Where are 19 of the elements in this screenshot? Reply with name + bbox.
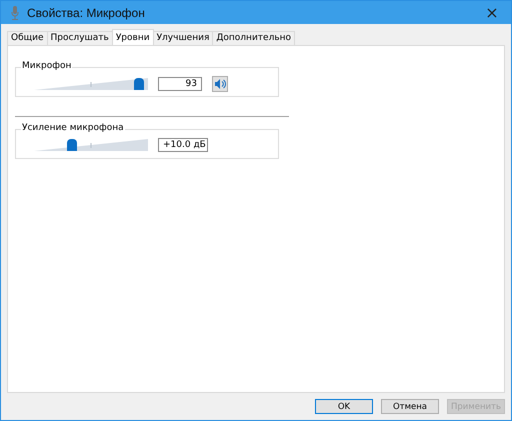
microphone-icon	[11, 6, 19, 20]
tab[interactable]: Дополнительно	[212, 31, 296, 45]
dialog-button[interactable]: OK	[315, 399, 373, 414]
group-label: Усиление микрофона	[21, 123, 125, 134]
tab[interactable]: Улучшения	[152, 31, 214, 45]
dialog-button[interactable]: Отмена	[381, 399, 439, 414]
tab[interactable]: Уровни	[112, 29, 154, 45]
slider-thumb[interactable]	[66, 139, 77, 151]
group-label: Микрофон	[21, 61, 72, 72]
value-field[interactable]: +10.0 дБ	[158, 138, 208, 152]
slider-thumb[interactable]	[134, 78, 144, 90]
close-button[interactable]: ×	[477, 1, 507, 24]
mute-button[interactable]	[212, 76, 228, 92]
window-title: Свойства: Микрофон	[27, 6, 146, 20]
tab[interactable]: Прослушать	[46, 31, 113, 45]
value-field[interactable]: 93	[158, 77, 202, 91]
slider-track[interactable]	[34, 78, 148, 90]
slider-track[interactable]	[34, 139, 148, 151]
tab[interactable]: Общие	[7, 31, 48, 45]
